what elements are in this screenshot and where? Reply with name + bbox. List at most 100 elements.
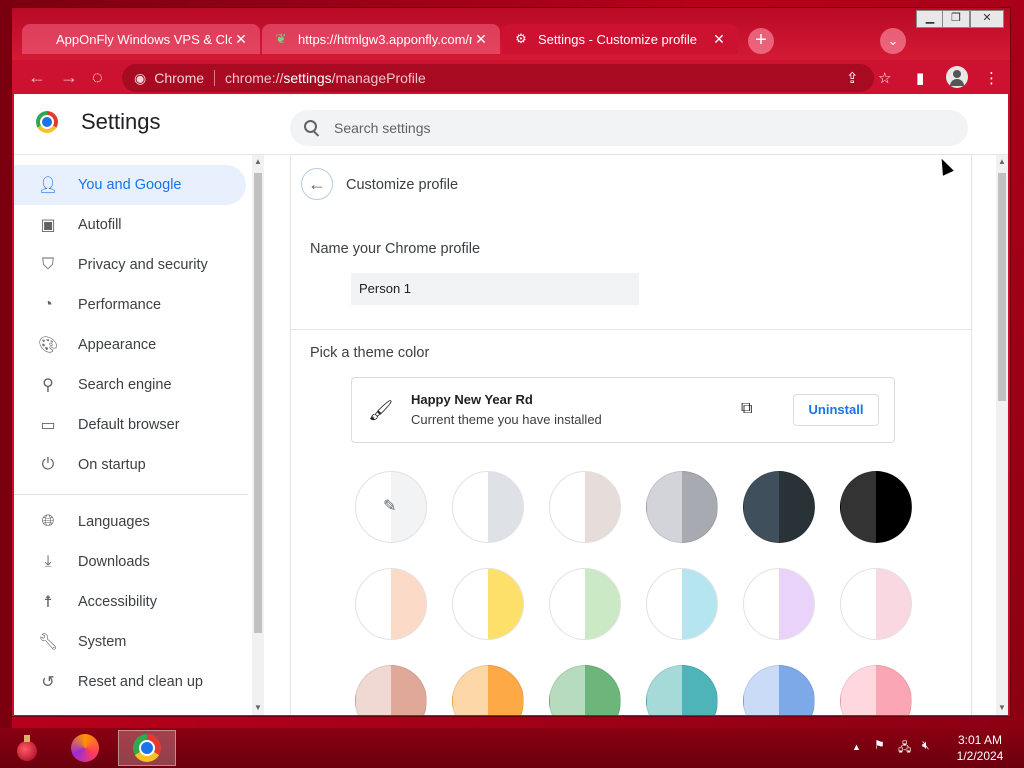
profile-avatar-icon[interactable] bbox=[946, 66, 968, 88]
close-icon[interactable]: ✕ bbox=[232, 31, 250, 48]
desktop-background bbox=[0, 0, 12, 728]
loading-spinner-icon[interactable]: ◌ bbox=[92, 68, 103, 86]
sidebar-item-label: System bbox=[78, 634, 127, 650]
sidebar-item-label: Downloads bbox=[78, 554, 150, 570]
new-tab-button[interactable]: + bbox=[748, 28, 774, 54]
theme-color-swatch[interactable] bbox=[549, 568, 621, 640]
tab-label: AppOnFly Windows VPS & Cloud bbox=[56, 31, 232, 47]
network-icon[interactable]: 🖧︎ bbox=[898, 738, 911, 759]
back-arrow-icon: ← bbox=[308, 174, 326, 194]
uninstall-button[interactable]: Uninstall bbox=[793, 394, 879, 426]
forward-arrow-icon[interactable]: → bbox=[60, 68, 78, 86]
sidebar-item-label: Search engine bbox=[78, 377, 172, 393]
close-icon[interactable]: ✕ bbox=[710, 31, 728, 48]
show-hidden-icons-icon[interactable]: ▲ bbox=[852, 742, 861, 752]
scroll-up-arrow-icon[interactable]: ▲ bbox=[254, 157, 262, 166]
url-scheme: chrome:// bbox=[225, 70, 284, 86]
share-icon[interactable]: ⇪ bbox=[846, 69, 859, 87]
theme-color-swatch[interactable] bbox=[840, 471, 912, 543]
tab-apponfly[interactable]: AppOnFly Windows VPS & Cloud ✕ bbox=[22, 24, 260, 54]
start-button[interactable] bbox=[0, 730, 54, 766]
flag-icon[interactable]: ⚑ bbox=[874, 738, 885, 752]
sidebar-item-default-browser[interactable]: ▭ Default browser bbox=[14, 405, 246, 445]
person-icon: 👤︎ bbox=[38, 177, 59, 194]
sidebar-item-downloads[interactable]: ⤓ Downloads bbox=[14, 542, 246, 582]
site-chip[interactable]: ◉ Chrome bbox=[134, 70, 204, 87]
sidebar-item-label: You and Google bbox=[78, 177, 182, 193]
theme-color-swatch[interactable] bbox=[646, 568, 718, 640]
theme-color-swatch[interactable] bbox=[452, 665, 524, 715]
theme-color-swatch[interactable] bbox=[743, 471, 815, 543]
close-window-button[interactable]: ✕ bbox=[970, 10, 1004, 28]
scrollbar-thumb[interactable] bbox=[998, 173, 1006, 401]
sidebar-item-label: Privacy and security bbox=[78, 257, 208, 273]
tab-htmlgw3[interactable]: ❦ https://htmlgw3.apponfly.com/re ✕ bbox=[262, 24, 500, 54]
theme-color-swatch[interactable] bbox=[452, 568, 524, 640]
address-bar[interactable]: ◉ Chrome chrome://settings/manageProfile… bbox=[122, 64, 874, 92]
sidebar-item-privacy[interactable]: ⛉ Privacy and security bbox=[14, 245, 246, 285]
sidebar-item-search-engine[interactable]: ⚲ Search engine bbox=[14, 365, 246, 405]
theme-color-swatch[interactable] bbox=[549, 471, 621, 543]
taskbar-chrome[interactable] bbox=[118, 730, 176, 766]
taskbar: ▲ ⚑ 🖧︎ 🔇︎ 3:01 AM 1/2/2024 bbox=[0, 728, 1024, 768]
sidebar-item-on-startup[interactable]: ⏻ On startup bbox=[14, 445, 246, 485]
back-arrow-icon[interactable]: ← bbox=[28, 68, 46, 86]
theme-color-swatch[interactable] bbox=[840, 568, 912, 640]
customize-profile-card: ← Customize profile Name your Chrome pro… bbox=[290, 155, 972, 715]
sidebar-item-you-and-google[interactable]: 👤︎ You and Google bbox=[14, 165, 246, 205]
sidebar-item-autofill[interactable]: ▣ Autofill bbox=[14, 205, 246, 245]
theme-color-swatch[interactable] bbox=[549, 665, 621, 715]
theme-color-swatch[interactable] bbox=[743, 568, 815, 640]
installed-theme-row: 🖌︎ Happy New Year Rd Current theme you h… bbox=[351, 377, 895, 443]
theme-color-swatch[interactable] bbox=[646, 471, 718, 543]
palette-icon: 🎨︎ bbox=[38, 337, 59, 354]
back-button[interactable]: ← bbox=[301, 168, 333, 200]
speedometer-icon: ◔ bbox=[43, 296, 53, 313]
close-icon[interactable]: ✕ bbox=[472, 31, 490, 48]
profile-name-label: Name your Chrome profile bbox=[310, 241, 481, 257]
theme-color-swatch[interactable] bbox=[355, 568, 427, 640]
taskbar-firefox[interactable] bbox=[58, 730, 112, 766]
url-host: settings bbox=[283, 70, 332, 86]
sidebar-item-reset[interactable]: ↺ Reset and clean up bbox=[14, 662, 246, 702]
theme-color-swatch[interactable] bbox=[452, 471, 524, 543]
sidebar-scrollbar[interactable]: ▲ ▼ bbox=[252, 155, 264, 715]
scroll-down-arrow-icon[interactable]: ▼ bbox=[998, 703, 1006, 712]
sidebar-item-appearance[interactable]: 🎨︎ Appearance bbox=[14, 325, 246, 365]
sidebar-item-label: Languages bbox=[78, 514, 150, 530]
bookmark-star-icon[interactable]: ☆ bbox=[878, 69, 891, 87]
theme-color-swatch[interactable] bbox=[355, 665, 427, 715]
browser-icon: ▭ bbox=[40, 417, 56, 434]
section-divider bbox=[291, 329, 971, 330]
maximize-button[interactable]: ❐ bbox=[942, 10, 970, 28]
scroll-up-arrow-icon[interactable]: ▲ bbox=[998, 157, 1006, 166]
page-scrollbar[interactable]: ▲ ▼ bbox=[996, 155, 1008, 715]
sidebar-item-performance[interactable]: ◔ Performance bbox=[14, 285, 246, 325]
system-clock[interactable]: 3:01 AM 1/2/2024 bbox=[940, 732, 1020, 764]
side-panel-icon[interactable]: ▮ bbox=[916, 69, 924, 87]
sidebar-item-label: On startup bbox=[78, 457, 146, 473]
tab-settings[interactable]: ⚙ Settings - Customize profile ✕ bbox=[502, 24, 738, 54]
sidebar-item-accessibility[interactable]: ☨ Accessibility bbox=[14, 582, 246, 622]
sidebar-item-label: Autofill bbox=[78, 217, 122, 233]
sidebar-item-languages[interactable]: 🌐︎ Languages bbox=[14, 502, 246, 542]
theme-color-swatch[interactable] bbox=[743, 665, 815, 715]
leaf-icon: ❦ bbox=[275, 31, 287, 46]
tab-search-button[interactable]: ⌄ bbox=[880, 28, 906, 54]
firefox-icon bbox=[71, 734, 99, 762]
search-settings-input[interactable]: Search settings bbox=[290, 110, 968, 146]
menu-dots-icon[interactable]: ⋮ bbox=[984, 69, 999, 87]
volume-muted-icon[interactable]: 🔇︎ bbox=[922, 738, 930, 753]
sidebar-item-system[interactable]: 🔧︎ System bbox=[14, 622, 246, 662]
sidebar-item-label: Performance bbox=[78, 297, 162, 313]
theme-color-swatch[interactable] bbox=[646, 665, 718, 715]
theme-color-swatch[interactable] bbox=[840, 665, 912, 715]
scroll-down-arrow-icon[interactable]: ▼ bbox=[254, 703, 262, 712]
scrollbar-thumb[interactable] bbox=[254, 173, 262, 633]
profile-name-input[interactable] bbox=[351, 273, 639, 305]
minimize-button[interactable]: ▁ bbox=[916, 10, 944, 28]
power-icon: ⏻ bbox=[41, 456, 55, 473]
custom-color-swatch[interactable]: ✎ bbox=[355, 471, 427, 543]
open-in-new-icon[interactable]: ⧉ bbox=[741, 400, 752, 418]
globe-icon: 🌐︎ bbox=[41, 513, 55, 530]
